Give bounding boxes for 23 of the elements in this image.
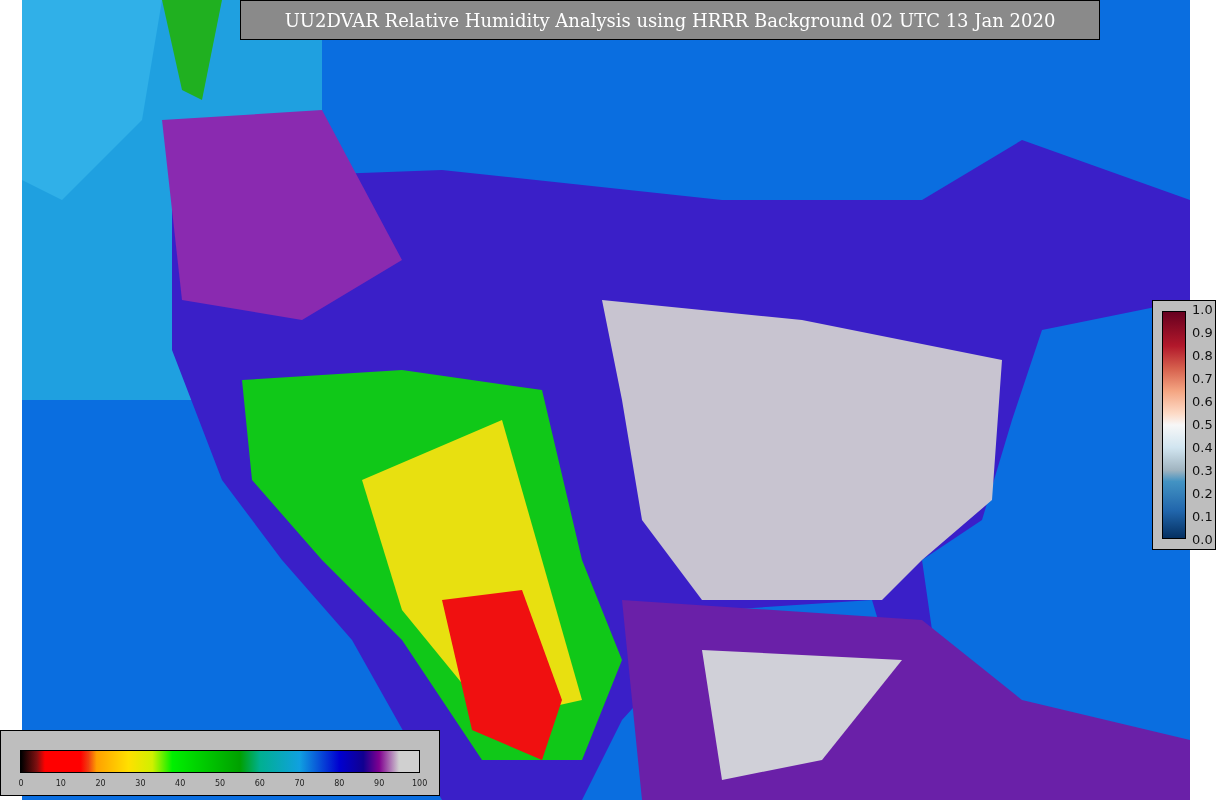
map-title: UU2DVAR Relative Humidity Analysis using HRRR Background 02 UTC 13 Jan 2020 xyxy=(240,0,1100,40)
tick-label: 90 xyxy=(373,779,386,788)
tick-label: 70 xyxy=(293,779,306,788)
tick-label: 0.6 xyxy=(1192,394,1213,410)
tick-label: 1.0 xyxy=(1192,302,1213,318)
tick-label: 0.2 xyxy=(1192,486,1213,502)
tick-label: 50 xyxy=(213,779,227,788)
tick-label: 0.9 xyxy=(1192,325,1213,341)
tick-label: 0.4 xyxy=(1192,440,1213,456)
tick-label: 60 xyxy=(253,779,266,788)
tick-label: 0.0 xyxy=(1192,532,1213,548)
tick-label: 40 xyxy=(174,779,187,788)
tick-label: 0.5 xyxy=(1192,417,1213,433)
tick-label: 0.1 xyxy=(1192,509,1213,525)
tick-label: 30 xyxy=(134,779,147,788)
tick-label: 20 xyxy=(94,779,107,788)
tick-label: 0.3 xyxy=(1192,463,1213,479)
tick-label: 100 xyxy=(411,779,426,788)
tick-label: 0 xyxy=(17,779,25,788)
tick-label: 10 xyxy=(54,779,67,788)
tick-label: 80 xyxy=(333,779,346,788)
tick-label: 0.7 xyxy=(1192,371,1213,387)
tick-label: 0.8 xyxy=(1192,348,1213,364)
